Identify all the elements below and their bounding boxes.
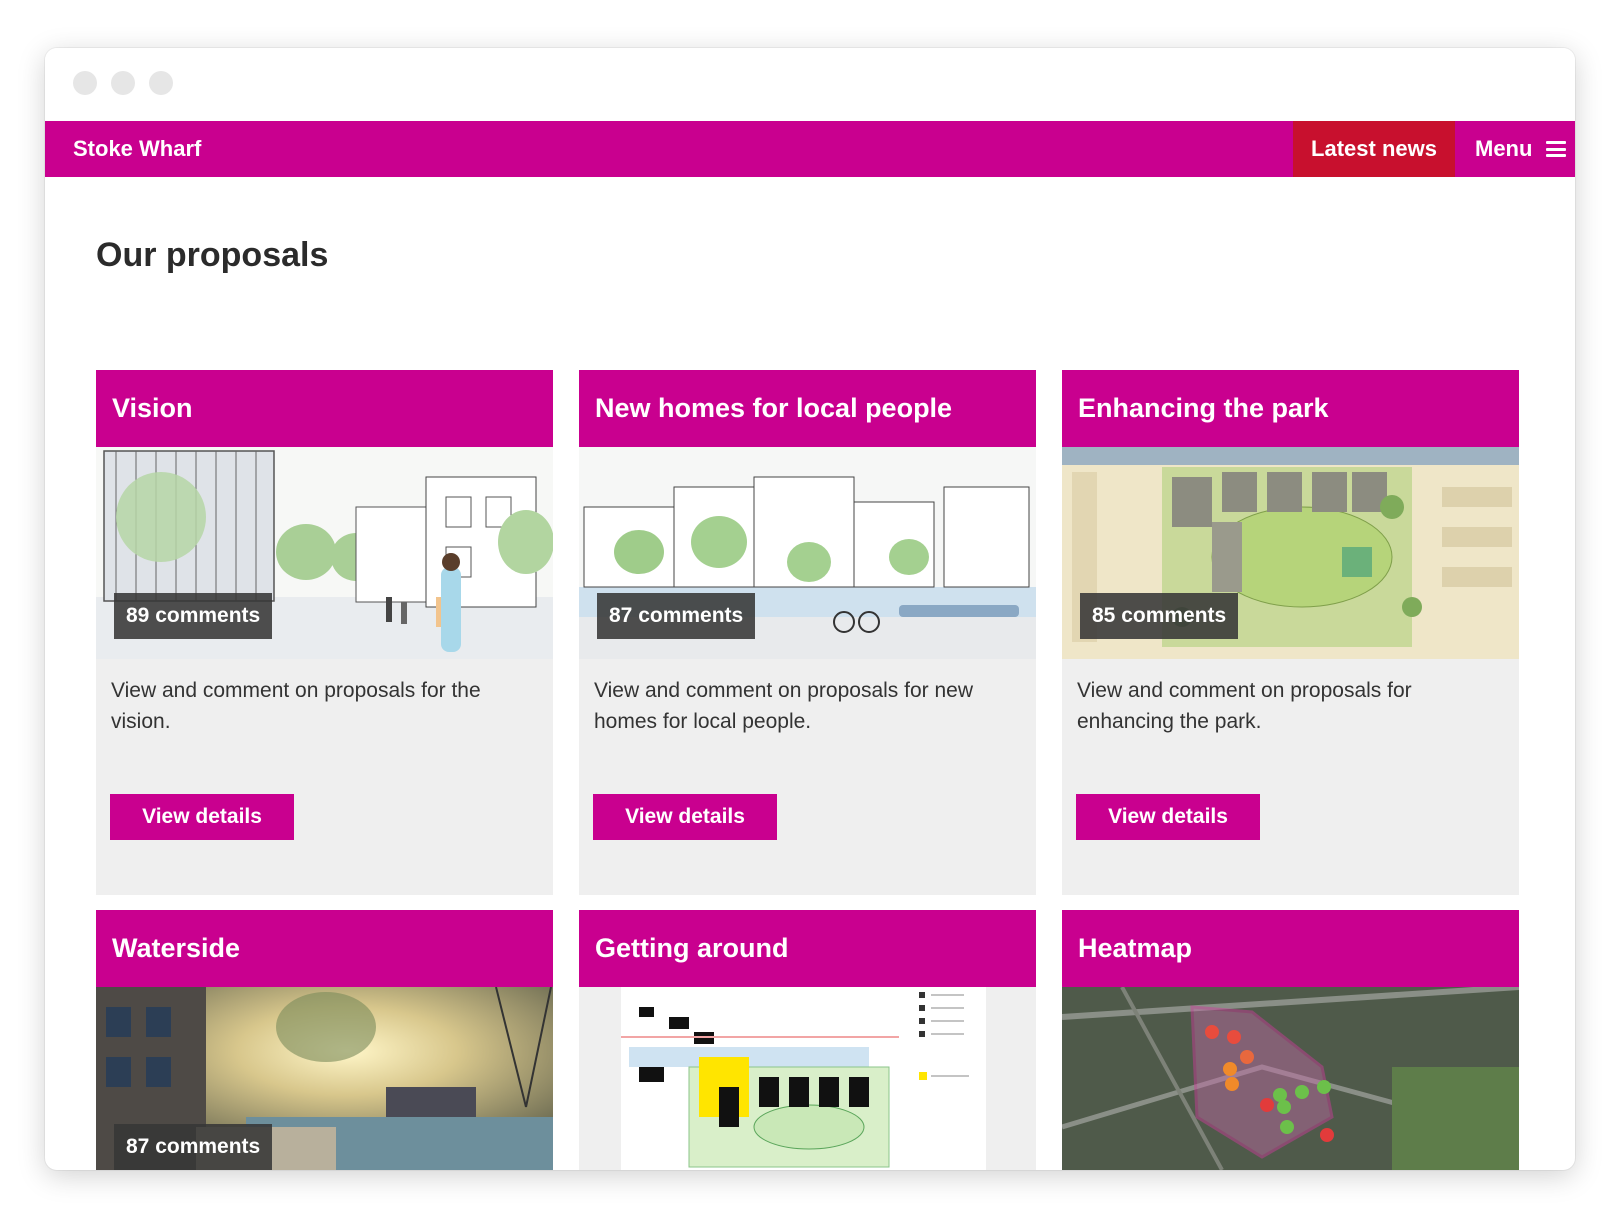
card-body: View and comment on proposals for the vi… xyxy=(96,659,553,895)
comment-count-badge: 85 comments xyxy=(1080,593,1239,639)
proposal-card-park: Enhancing the park 85 comments View and … xyxy=(1062,370,1519,895)
card-title[interactable]: Heatmap xyxy=(1062,910,1519,987)
card-description: View and comment on proposals for new ho… xyxy=(594,679,973,733)
card-title[interactable]: New homes for local people xyxy=(579,370,1036,447)
card-image-movement-plan[interactable] xyxy=(579,987,1036,1170)
comment-count-badge: 87 comments xyxy=(597,593,756,639)
movement-plan-image xyxy=(579,987,1036,1170)
card-image-park-plan[interactable]: 85 comments xyxy=(1062,447,1519,659)
card-image-waterside-render[interactable]: 87 comments xyxy=(96,987,553,1170)
menu-button[interactable]: Menu xyxy=(1475,121,1567,177)
view-details-button[interactable]: View details xyxy=(110,794,294,840)
top-nav: Stoke Wharf Latest news Menu xyxy=(45,121,1575,177)
card-image-heatmap[interactable] xyxy=(1062,987,1519,1170)
menu-label: Menu xyxy=(1475,136,1533,161)
card-image-vision-sketch[interactable]: 89 comments xyxy=(96,447,553,659)
window-close-dot[interactable] xyxy=(73,71,97,95)
proposal-card-waterside: Waterside 87 comments xyxy=(96,910,553,1170)
card-body: View and comment on proposals for new ho… xyxy=(579,659,1036,895)
browser-window: Stoke Wharf Latest news Menu Our proposa… xyxy=(45,48,1575,1170)
card-title[interactable]: Enhancing the park xyxy=(1062,370,1519,447)
hamburger-icon xyxy=(1546,141,1567,157)
card-title[interactable]: Getting around xyxy=(579,910,1036,987)
heatmap-aerial-image xyxy=(1062,987,1519,1170)
card-title[interactable]: Waterside xyxy=(96,910,553,987)
proposal-card-getting-around: Getting around xyxy=(579,910,1036,1170)
card-description: View and comment on proposals for the vi… xyxy=(111,679,481,733)
window-maximize-dot[interactable] xyxy=(149,71,173,95)
site-brand[interactable]: Stoke Wharf xyxy=(73,121,201,177)
proposal-card-vision: Vision 89 comments View and comment on p… xyxy=(96,370,553,895)
latest-news-button[interactable]: Latest news xyxy=(1293,121,1455,177)
card-title[interactable]: Vision xyxy=(96,370,553,447)
card-description: View and comment on proposals for enhanc… xyxy=(1077,679,1412,733)
window-titlebar xyxy=(45,48,1575,121)
card-body: View and comment on proposals for enhanc… xyxy=(1062,659,1519,895)
comment-count-badge: 87 comments xyxy=(114,1124,273,1170)
comment-count-badge: 89 comments xyxy=(114,593,273,639)
view-details-button[interactable]: View details xyxy=(593,794,777,840)
window-minimize-dot[interactable] xyxy=(111,71,135,95)
card-image-homes-sketch[interactable]: 87 comments xyxy=(579,447,1036,659)
proposal-card-heatmap: Heatmap xyxy=(1062,910,1519,1170)
proposal-card-new-homes: New homes for local people 87 comments V… xyxy=(579,370,1036,895)
view-details-button[interactable]: View details xyxy=(1076,794,1260,840)
page-title: Our proposals xyxy=(96,236,329,274)
